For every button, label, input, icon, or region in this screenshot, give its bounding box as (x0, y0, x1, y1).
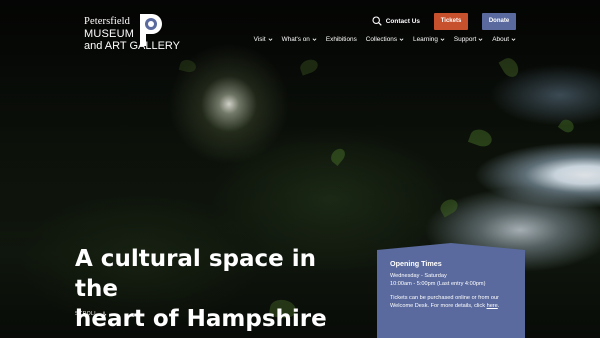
tickets-note-line-2: Welcome Desk. For more details, click (390, 303, 486, 309)
hero-headline-line-2: heart of Hampshire (75, 306, 327, 332)
opening-times-title: Opening Times (390, 259, 442, 268)
nav-item-label: About (492, 36, 509, 43)
contact-us-link[interactable]: Contact Us (372, 16, 420, 26)
note-period: . (497, 303, 500, 309)
logo-p-mark-icon (140, 14, 162, 46)
opening-days: Wednesday - Saturday (390, 273, 447, 279)
hero-headline-line-1: A cultural space in the (75, 246, 316, 302)
nav-item-support[interactable]: Support (454, 36, 483, 43)
donate-button[interactable]: Donate (482, 12, 516, 30)
tickets-note: Tickets can be purchased online or from … (390, 294, 512, 310)
logo-line-museum: MUSEUM (84, 28, 135, 40)
scroll-label: SCROLL (75, 311, 98, 317)
nav-item-learning[interactable]: Learning (413, 36, 445, 43)
opening-times-panel: Opening Times Wednesday - Saturday 10:00… (377, 243, 525, 338)
tickets-note-line-1: Tickets can be purchased online or from … (390, 295, 499, 301)
nav-item-label: Learning (413, 36, 438, 43)
arrow-down-icon (102, 311, 107, 317)
contact-us-label: Contact Us (385, 17, 420, 25)
chevron-down-icon (312, 38, 317, 41)
header-utility-links: Contact Us Tickets Donate (372, 12, 516, 30)
more-details-link[interactable]: here (487, 303, 498, 309)
nav-item-label: Support (453, 36, 477, 43)
logo-line-petersfield: Petersfield (84, 16, 131, 27)
chevron-down-icon (511, 38, 516, 41)
nav-item-label: Visit (253, 36, 266, 43)
scroll-indicator[interactable]: SCROLL (75, 311, 107, 317)
logo-line-art-gallery: and ART GALLERY (84, 40, 181, 52)
museum-logo[interactable]: Petersfield MUSEUM and ART GALLERY (84, 12, 189, 57)
chevron-down-icon (478, 38, 483, 41)
chevron-down-icon (268, 38, 273, 41)
nav-item-label: Exhibitions (325, 36, 357, 43)
nav-item-label: Collections (365, 36, 398, 43)
nav-item-collections[interactable]: Collections (366, 36, 404, 43)
chevron-down-icon (399, 38, 404, 41)
nav-item-about[interactable]: About (492, 36, 516, 43)
nav-item-whats-on[interactable]: What's on (282, 36, 317, 43)
nav-item-exhibitions[interactable]: Exhibitions (326, 36, 357, 43)
opening-hours: 10:00am - 5:00pm (Last entry 4:00pm) (390, 281, 486, 287)
search-icon (372, 16, 382, 26)
chevron-down-icon (440, 38, 445, 41)
main-navigation: Visit What's on Exhibitions Collections … (254, 36, 516, 43)
nav-item-visit[interactable]: Visit (254, 36, 273, 43)
nav-item-label: What's on (281, 36, 310, 43)
hero-headline: A cultural space in the heart of Hampshi… (75, 244, 365, 334)
tickets-button[interactable]: Tickets (434, 12, 468, 30)
